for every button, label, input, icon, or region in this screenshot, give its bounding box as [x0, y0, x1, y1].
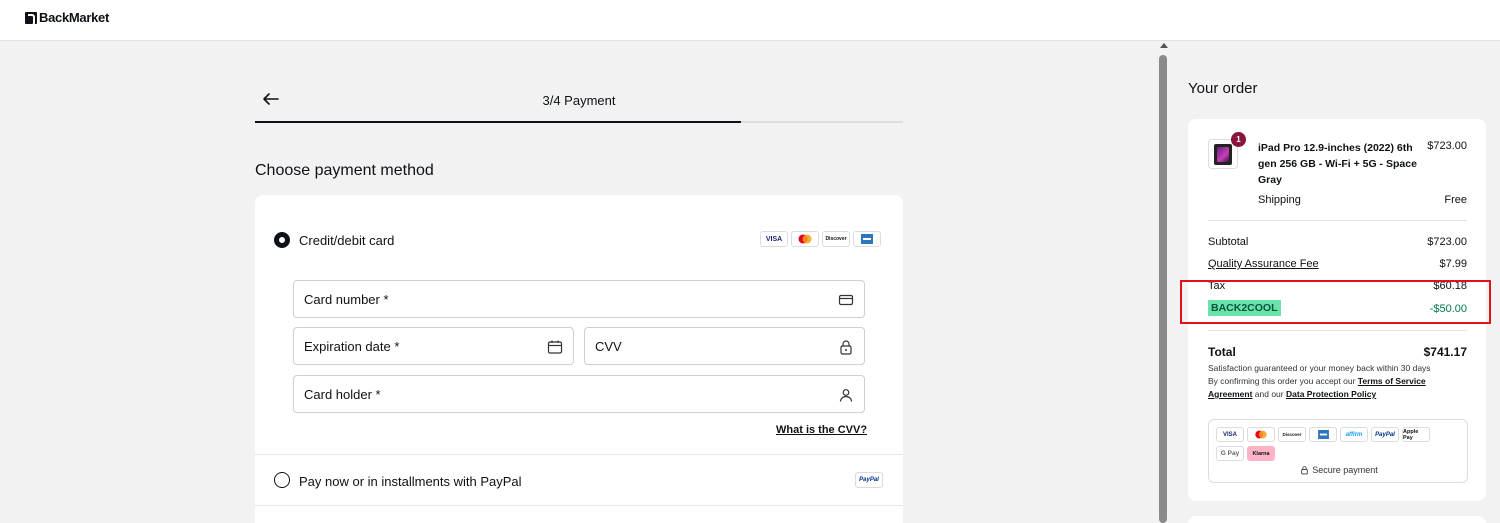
scrollbar[interactable] — [1157, 41, 1170, 523]
secure-payment-label: Secure payment — [1312, 465, 1378, 475]
amex-icon — [853, 231, 881, 247]
summary-divider — [1208, 330, 1467, 331]
tax-value: $60.18 — [1433, 280, 1467, 292]
discover-icon: Discover — [822, 231, 850, 247]
google-pay-icon: G Pay — [1216, 446, 1244, 461]
payment-methods-card: Credit/debit card VISA Discover Card num… — [255, 195, 903, 523]
order-title: Your order — [1188, 80, 1258, 97]
cvv-label: CVV — [595, 339, 622, 354]
subtotal-label: Subtotal — [1208, 236, 1249, 248]
card-holder-label: Card holder * — [304, 387, 381, 402]
quantity-badge: 1 — [1231, 132, 1246, 147]
what-is-cvv-link[interactable]: What is the CVV? — [776, 424, 867, 436]
total-value: $741.17 — [1423, 345, 1467, 359]
paypal-option-label[interactable]: Pay now or in installments with PayPal — [299, 474, 522, 489]
quality-fee-link[interactable]: Quality Assurance Fee — [1208, 258, 1319, 270]
logo-mark-icon — [25, 11, 37, 26]
promo-code-badge: BACK2COOL — [1208, 300, 1281, 316]
visa-icon: VISA — [760, 231, 788, 247]
product-name: iPad Pro 12.9-inches (2022) 6th gen 256 … — [1258, 142, 1417, 186]
scroll-thumb[interactable] — [1159, 55, 1167, 523]
paypal-icon: PayPal — [1371, 427, 1399, 442]
card-number-input[interactable]: Card number * — [293, 280, 865, 318]
order-summary-panel: Your order 1 iPad Pro 12.9-inches (2022)… — [1170, 41, 1500, 523]
card-brand-logos: VISA Discover — [760, 231, 881, 247]
progress-bar — [255, 121, 903, 123]
section-title: Choose payment method — [255, 162, 434, 179]
card-holder-input[interactable]: Card holder * — [293, 375, 865, 413]
user-icon — [839, 389, 853, 402]
card-number-label: Card number * — [304, 292, 389, 307]
card-radio[interactable] — [274, 232, 290, 248]
secure-payment-note: Secure payment — [1209, 465, 1469, 475]
logo-text: BackMarket — [39, 10, 109, 25]
expiration-date-label: Expiration date * — [304, 339, 400, 354]
discover-icon: Discover — [1278, 427, 1306, 442]
expiration-date-input[interactable]: Expiration date * — [293, 327, 574, 365]
shipping-label: Shipping — [1258, 194, 1301, 206]
apple-pay-icon: Apple Pay — [1402, 427, 1430, 442]
back-market-logo[interactable]: BackMarket — [25, 10, 109, 26]
affirm-icon: affirm — [1340, 427, 1368, 442]
quality-fee-value: $7.99 — [1439, 258, 1467, 270]
promo-discount-value: -$50.00 — [1429, 303, 1467, 315]
step-title: 3/4 Payment — [542, 93, 616, 108]
visa-icon: VISA — [1216, 427, 1244, 442]
option-divider — [255, 505, 903, 506]
next-summary-card — [1188, 516, 1486, 523]
accepted-payments-box: VISA Discover affirm PayPal Apple Pay G … — [1208, 419, 1468, 483]
payment-methods-row: G Pay Klarna — [1216, 446, 1275, 461]
scroll-up-icon[interactable] — [1160, 43, 1168, 48]
order-summary-card: 1 iPad Pro 12.9-inches (2022) 6th gen 25… — [1188, 119, 1486, 501]
mastercard-icon — [791, 231, 819, 247]
option-divider — [255, 454, 903, 455]
ipad-icon — [1214, 144, 1232, 165]
credit-card-icon — [838, 294, 854, 306]
top-bar: BackMarket — [0, 0, 1500, 41]
klarna-icon: Klarna — [1247, 446, 1275, 461]
amex-icon — [1309, 427, 1337, 442]
data-protection-link[interactable]: Data Protection Policy — [1286, 389, 1376, 399]
subtotal-value: $723.00 — [1427, 236, 1467, 248]
calendar-icon — [547, 340, 563, 354]
confirm-prefix: By confirming this order you accept our — [1208, 376, 1356, 386]
guarantee-text: Satisfaction guaranteed or your money ba… — [1208, 363, 1431, 373]
total-label: Total — [1208, 345, 1236, 359]
lock-icon — [840, 340, 852, 355]
card-option-label[interactable]: Credit/debit card — [299, 233, 394, 248]
tax-label: Tax — [1208, 280, 1226, 292]
lock-icon — [1301, 466, 1308, 475]
shipping-value: Free — [1444, 194, 1467, 206]
confirm-mid: and our — [1254, 389, 1284, 399]
product-price: $723.00 — [1427, 140, 1467, 152]
progress-fill — [255, 121, 741, 123]
terms-text: By confirming this order you accept our … — [1208, 375, 1470, 401]
cvv-input[interactable]: CVV — [584, 327, 865, 365]
summary-divider — [1208, 220, 1467, 221]
paypal-icon: PayPal — [855, 472, 883, 488]
mastercard-icon — [1247, 427, 1275, 442]
paypal-radio[interactable] — [274, 472, 290, 488]
payment-methods-row: VISA Discover affirm PayPal Apple Pay — [1216, 427, 1430, 442]
